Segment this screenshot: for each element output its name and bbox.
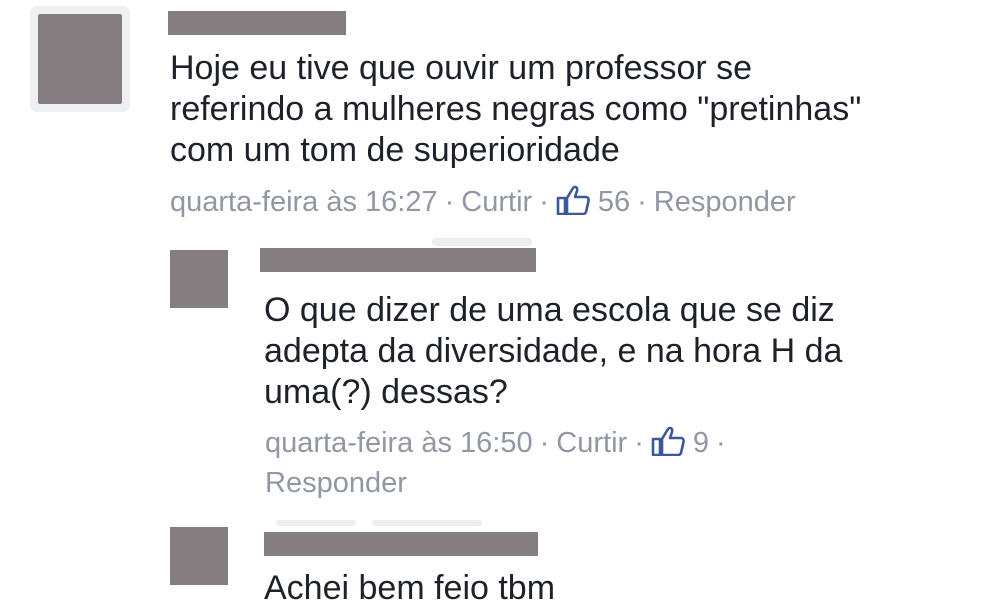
thumbs-up-icon[interactable]: [556, 185, 590, 226]
author-name-redacted[interactable]: [264, 532, 538, 556]
comment-meta: quarta-feira às 16:50 · Curtir · 9 ·: [265, 423, 733, 467]
faint-artifact: [276, 520, 356, 526]
separator: ·: [444, 186, 455, 218]
like-link[interactable]: Curtir: [556, 427, 627, 459]
comment-meta: quarta-feira às 16:27 · Curtir · 56 · Responde…: [170, 182, 796, 226]
comment-text: O que dizer de uma escola que se diz ade…: [264, 291, 843, 411]
reply-link[interactable]: Responder: [265, 467, 407, 499]
separator: ·: [539, 427, 550, 459]
author-name-redacted[interactable]: [260, 248, 536, 272]
comment-text: Hoje eu tive que ouvir um professor se r…: [170, 49, 862, 169]
separator: ·: [637, 186, 647, 218]
separator: ·: [539, 186, 549, 218]
comment-text: Achei bem feio tbm: [264, 569, 556, 607]
avatar[interactable]: [170, 250, 228, 308]
faint-artifact: [432, 238, 532, 246]
comment-timestamp[interactable]: quarta-feira às 16:50: [265, 427, 533, 459]
thumbs-up-icon[interactable]: [651, 426, 685, 467]
separator: ·: [634, 427, 644, 459]
like-count: 9: [692, 427, 709, 459]
like-count: 56: [597, 186, 631, 218]
reply-link-wrapped: Responder: [265, 463, 407, 503]
avatar[interactable]: [38, 14, 122, 104]
separator: ·: [716, 427, 726, 459]
reply-link[interactable]: Responder: [654, 186, 796, 218]
like-link[interactable]: Curtir: [461, 186, 532, 218]
comment-timestamp[interactable]: quarta-feira às 16:27: [170, 186, 438, 218]
faint-artifact: [372, 520, 482, 526]
author-name-redacted[interactable]: [168, 11, 346, 35]
avatar[interactable]: [170, 527, 228, 585]
